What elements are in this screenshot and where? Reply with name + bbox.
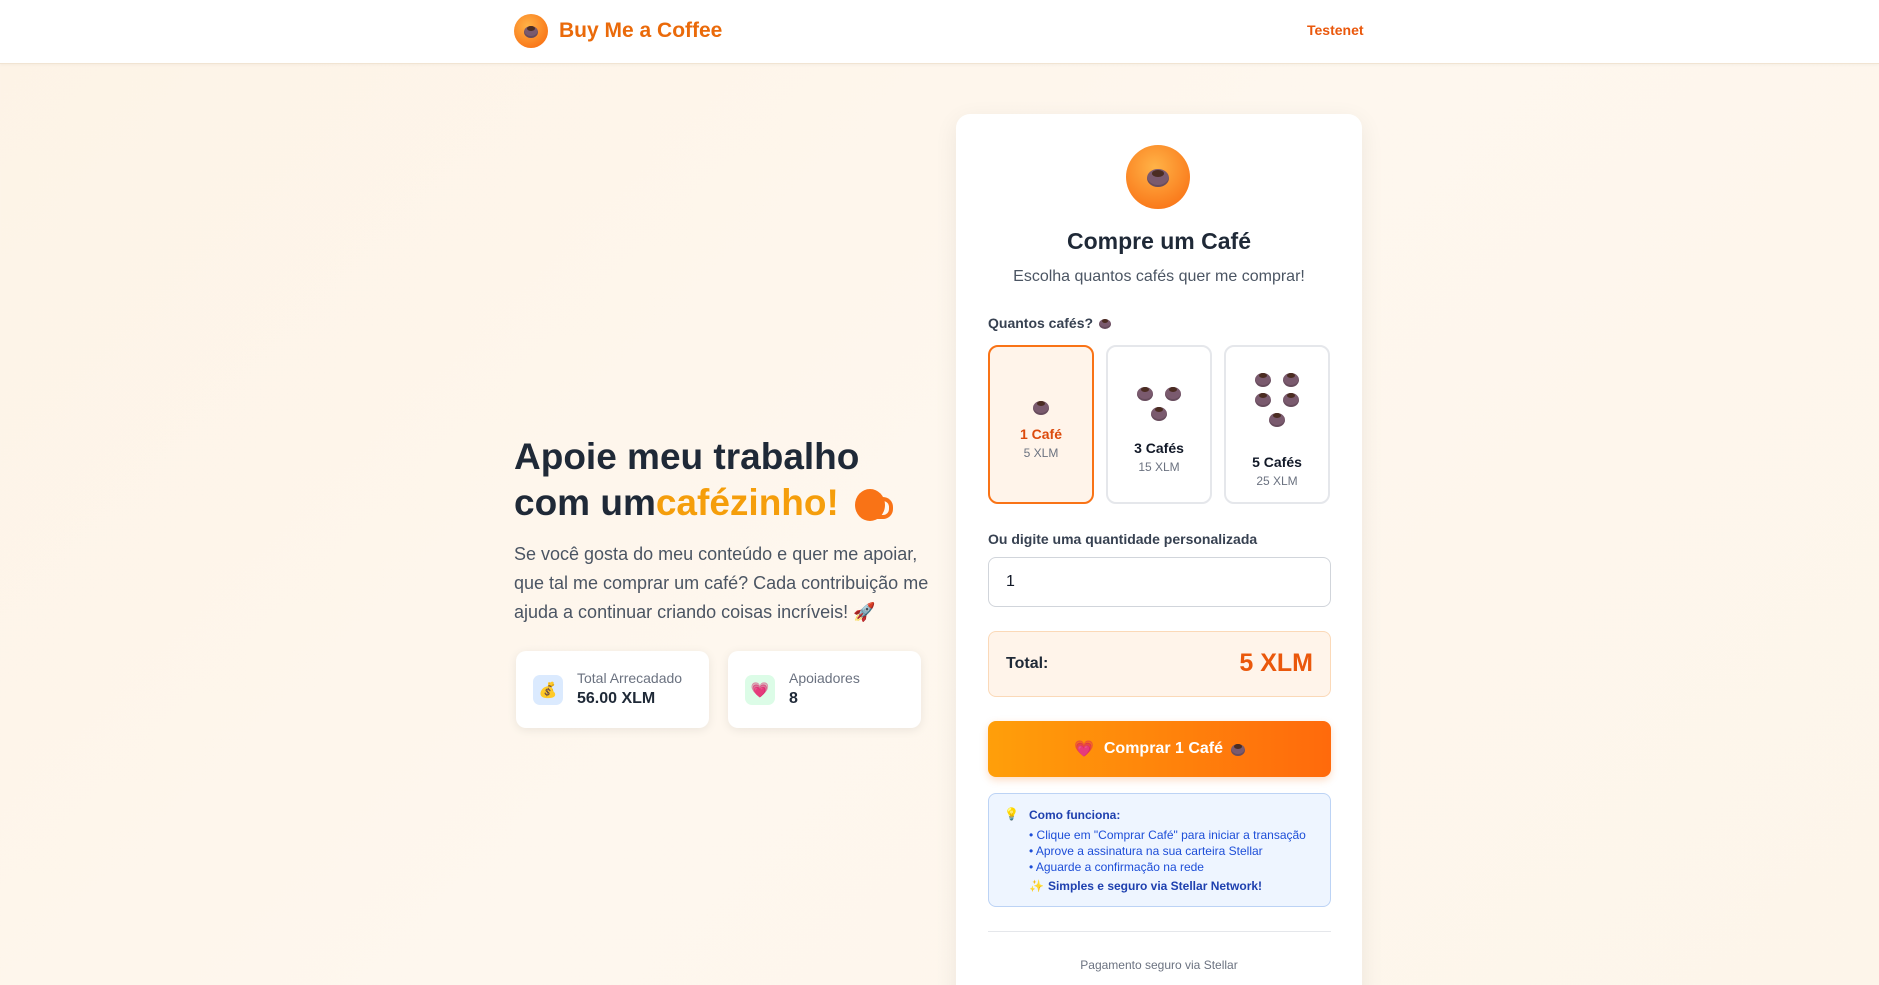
total-label: Total: [1006,655,1049,672]
option-name: 3 Cafés [1134,440,1184,456]
option-name: 5 Cafés [1252,454,1302,470]
info-footer: ✨ Simples e seguro via Stellar Network! [1029,879,1263,893]
hero-title-prefix: com um [514,482,656,523]
stat-card-total: 💰 Total Arrecadado 56.00 XLM [516,651,709,728]
info-steps: • Clique em "Comprar Café" para iniciar … [1029,827,1306,875]
heart-icon: 💗 [1073,741,1094,758]
coffee-cup-icon [1231,742,1246,756]
coffee-cups-icon [1129,383,1189,423]
option-3-cafes[interactable]: 3 Cafés 15 XLM [1106,345,1212,504]
card-subtitle: Escolha quantos cafés quer me comprar! [1013,268,1305,285]
network-badge[interactable]: Testenet [1307,22,1364,38]
buy-coffee-card: Compre um Café Escolha quantos cafés que… [956,114,1362,985]
coffee-cups-icon [1247,369,1307,429]
brand-name: Buy Me a Coffee [559,19,723,42]
lightbulb-icon: 💡 [1004,807,1019,821]
heart-icon: 💗 [745,675,775,705]
stat-label: Total Arrecadado [577,670,683,686]
stat-card-supporters: 💗 Apoiadores 8 [728,651,921,728]
total-box: Total: 5 XLM [988,631,1331,697]
divider [988,931,1331,932]
stat-value: 56.00 XLM [577,690,656,707]
option-5-cafes[interactable]: 5 Cafés 25 XLM [1224,345,1330,504]
option-price: 15 XLM [1138,460,1180,474]
secure-payment-note: Pagamento seguro via Stellar [1080,958,1238,972]
top-nav-bar: Buy Me a Coffee Testenet [0,0,1879,64]
card-title: Compre um Café [1066,228,1252,254]
stat-label: Apoiadores [789,670,860,686]
option-price: 25 XLM [1256,474,1298,488]
how-it-works-box: 💡 Como funciona: • Clique em "Comprar Ca… [988,793,1331,907]
buy-button-label: Comprar 1 Café [1103,740,1224,757]
custom-quantity-input[interactable] [988,557,1331,607]
hero-title-line1: Apoie meu trabalho [514,436,860,477]
hero-description: Se você gosta do meu conteúdo e quer me … [514,544,929,622]
buy-coffee-button[interactable]: 💗 Comprar 1 Café [988,721,1331,777]
stat-value: 8 [789,690,798,707]
custom-quantity-label: Ou digite uma quantidade personalizada [988,531,1258,547]
coffee-cup-icon [1099,317,1112,329]
option-1-cafe[interactable]: 1 Café 5 XLM [988,345,1094,504]
coffee-cup-icon [1126,145,1190,209]
coffee-mug-icon [854,489,893,521]
info-title: Como funciona: [1029,808,1121,822]
total-value: 5 XLM [1239,649,1313,677]
info-step: • Clique em "Comprar Café" para iniciar … [1029,828,1306,842]
info-step: • Aprove a assinatura na sua carteira St… [1029,844,1263,858]
hero-title: Apoie meu trabalho com umcafézinho! [514,434,934,526]
hero-title-accent: cafézinho! [655,482,839,523]
option-price: 5 XLM [1023,446,1059,460]
coffee-cups-icon [990,397,1092,417]
money-bag-icon: 💰 [533,675,563,705]
info-step: • Aguarde a confirmação na rede [1029,860,1204,874]
brand-link[interactable]: Buy Me a Coffee [514,14,722,48]
sparkles-icon: ✨ [1029,879,1044,893]
coffee-cup-icon [514,14,548,48]
option-name: 1 Café [1019,426,1063,442]
quantity-label: Quantos cafés? [988,315,1112,331]
